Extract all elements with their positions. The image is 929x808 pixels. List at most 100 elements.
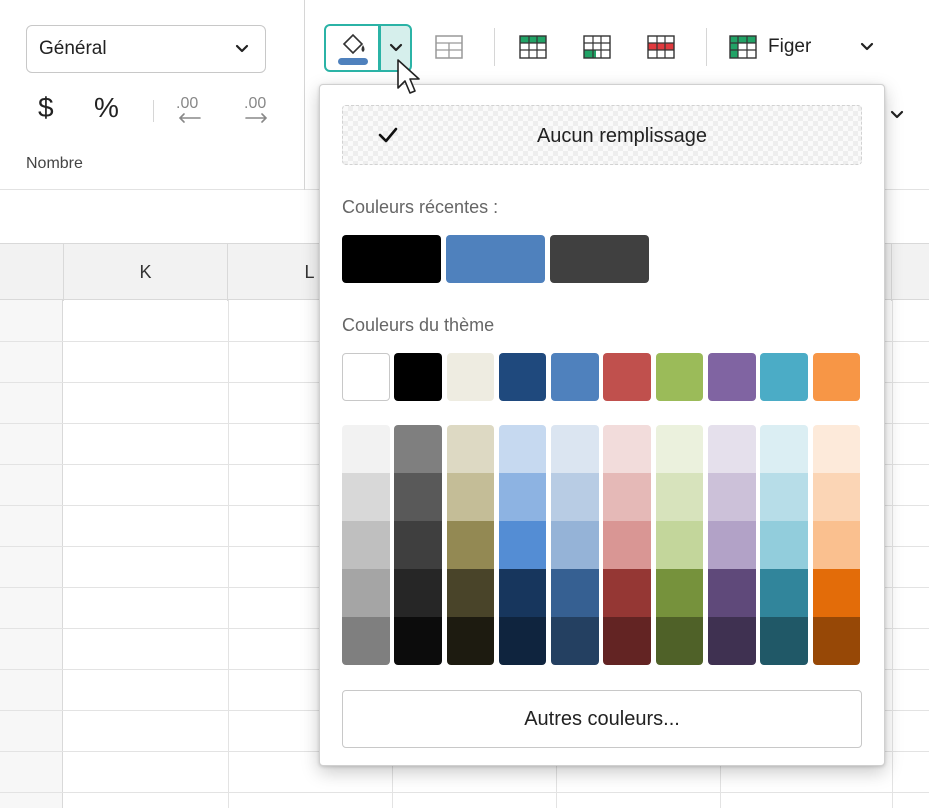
shade-color-swatch[interactable] bbox=[551, 473, 599, 521]
shade-color-swatch[interactable] bbox=[551, 617, 599, 665]
shade-color-swatch[interactable] bbox=[760, 569, 808, 617]
increase-decimal-icon[interactable]: .00 bbox=[238, 90, 276, 132]
shade-color-swatch[interactable] bbox=[342, 569, 390, 617]
shade-color-swatch[interactable] bbox=[342, 521, 390, 569]
shade-color-swatch[interactable] bbox=[707, 569, 756, 617]
fill-color-button[interactable] bbox=[324, 24, 380, 72]
decrease-decimal-icon[interactable]: .00 bbox=[170, 90, 208, 132]
separator bbox=[494, 28, 495, 66]
shade-color-swatch[interactable] bbox=[498, 425, 547, 473]
shade-color-swatch[interactable] bbox=[342, 617, 390, 665]
shade-color-swatch[interactable] bbox=[551, 425, 599, 473]
theme-color-swatch[interactable] bbox=[707, 353, 756, 401]
shade-color-swatch[interactable] bbox=[446, 425, 495, 473]
shade-color-swatch[interactable] bbox=[655, 473, 704, 521]
currency-format-button[interactable]: $ bbox=[38, 92, 54, 124]
shade-column bbox=[446, 425, 495, 665]
theme-color-swatch[interactable] bbox=[551, 353, 599, 401]
shade-column bbox=[760, 425, 808, 665]
shade-column bbox=[551, 425, 599, 665]
chevron-down-icon bbox=[235, 44, 249, 53]
shade-color-swatch[interactable] bbox=[707, 473, 756, 521]
paint-bucket-icon bbox=[338, 33, 368, 65]
shade-color-swatch[interactable] bbox=[760, 425, 808, 473]
shade-color-swatch[interactable] bbox=[707, 521, 756, 569]
gridline bbox=[892, 300, 893, 808]
shade-color-swatch[interactable] bbox=[342, 425, 390, 473]
chevron-down-icon[interactable] bbox=[858, 38, 876, 56]
svg-text:.00: .00 bbox=[176, 95, 198, 112]
freeze-panes-label: Figer bbox=[768, 36, 812, 57]
theme-color-swatch[interactable] bbox=[498, 353, 547, 401]
more-colors-button[interactable]: Autres couleurs... bbox=[342, 690, 862, 748]
shade-color-swatch[interactable] bbox=[812, 521, 861, 569]
shade-color-swatch[interactable] bbox=[655, 425, 704, 473]
theme-colors-label: Couleurs du thème bbox=[342, 315, 495, 335]
shade-column bbox=[812, 425, 861, 665]
recent-color-swatch[interactable] bbox=[446, 235, 545, 283]
recent-colors-row bbox=[342, 235, 649, 283]
shade-color-swatch[interactable] bbox=[446, 569, 495, 617]
shade-color-swatch[interactable] bbox=[812, 617, 861, 665]
shade-color-swatch[interactable] bbox=[655, 569, 704, 617]
shade-color-swatch[interactable] bbox=[603, 425, 651, 473]
borders-icon[interactable] bbox=[434, 34, 464, 60]
shade-column bbox=[342, 425, 390, 665]
shade-column bbox=[655, 425, 704, 665]
shade-color-swatch[interactable] bbox=[707, 617, 756, 665]
theme-color-swatch[interactable] bbox=[603, 353, 651, 401]
number-format-select[interactable]: Général bbox=[26, 25, 266, 73]
shade-color-swatch[interactable] bbox=[394, 425, 442, 473]
gridline bbox=[228, 300, 229, 808]
shade-color-swatch[interactable] bbox=[342, 473, 390, 521]
shade-column bbox=[707, 425, 756, 665]
shade-color-swatch[interactable] bbox=[707, 425, 756, 473]
shade-color-swatch[interactable] bbox=[760, 521, 808, 569]
shade-color-swatch[interactable] bbox=[603, 569, 651, 617]
shade-color-swatch[interactable] bbox=[394, 473, 442, 521]
freeze-panes-button[interactable]: Figer bbox=[728, 30, 811, 64]
chevron-down-icon[interactable] bbox=[888, 106, 906, 124]
shade-color-swatch[interactable] bbox=[655, 521, 704, 569]
shade-color-swatch[interactable] bbox=[812, 473, 861, 521]
shade-color-swatch[interactable] bbox=[394, 617, 442, 665]
theme-color-swatch[interactable] bbox=[342, 353, 390, 401]
insert-column-icon[interactable] bbox=[582, 34, 612, 60]
shade-color-swatch[interactable] bbox=[446, 521, 495, 569]
shade-color-swatch[interactable] bbox=[498, 473, 547, 521]
theme-shades-grid bbox=[342, 425, 861, 665]
shade-color-swatch[interactable] bbox=[760, 617, 808, 665]
shade-color-swatch[interactable] bbox=[655, 617, 704, 665]
shade-color-swatch[interactable] bbox=[498, 521, 547, 569]
shade-color-swatch[interactable] bbox=[603, 473, 651, 521]
svg-text:.00: .00 bbox=[244, 95, 266, 112]
theme-color-swatch[interactable] bbox=[760, 353, 808, 401]
column-header-k[interactable]: K bbox=[64, 244, 228, 301]
recent-color-swatch[interactable] bbox=[342, 235, 441, 283]
shade-color-swatch[interactable] bbox=[498, 617, 547, 665]
theme-color-swatch[interactable] bbox=[812, 353, 861, 401]
no-fill-button[interactable]: Aucun remplissage bbox=[342, 105, 862, 165]
shade-color-swatch[interactable] bbox=[446, 473, 495, 521]
delete-row-icon[interactable] bbox=[646, 34, 676, 60]
shade-color-swatch[interactable] bbox=[446, 617, 495, 665]
theme-color-swatch[interactable] bbox=[394, 353, 442, 401]
shade-color-swatch[interactable] bbox=[551, 569, 599, 617]
shade-color-swatch[interactable] bbox=[551, 521, 599, 569]
shade-color-swatch[interactable] bbox=[760, 473, 808, 521]
shade-color-swatch[interactable] bbox=[812, 569, 861, 617]
theme-colors-row bbox=[342, 353, 861, 401]
shade-color-swatch[interactable] bbox=[603, 521, 651, 569]
recent-color-swatch[interactable] bbox=[550, 235, 649, 283]
theme-color-swatch[interactable] bbox=[446, 353, 495, 401]
shade-color-swatch[interactable] bbox=[812, 425, 861, 473]
freeze-panes-icon bbox=[729, 35, 757, 59]
shade-color-swatch[interactable] bbox=[603, 617, 651, 665]
select-all-corner[interactable] bbox=[0, 244, 64, 301]
percent-format-button[interactable]: % bbox=[94, 92, 119, 124]
theme-color-swatch[interactable] bbox=[655, 353, 704, 401]
shade-color-swatch[interactable] bbox=[498, 569, 547, 617]
insert-row-icon[interactable] bbox=[518, 34, 548, 60]
shade-color-swatch[interactable] bbox=[394, 521, 442, 569]
shade-color-swatch[interactable] bbox=[394, 569, 442, 617]
